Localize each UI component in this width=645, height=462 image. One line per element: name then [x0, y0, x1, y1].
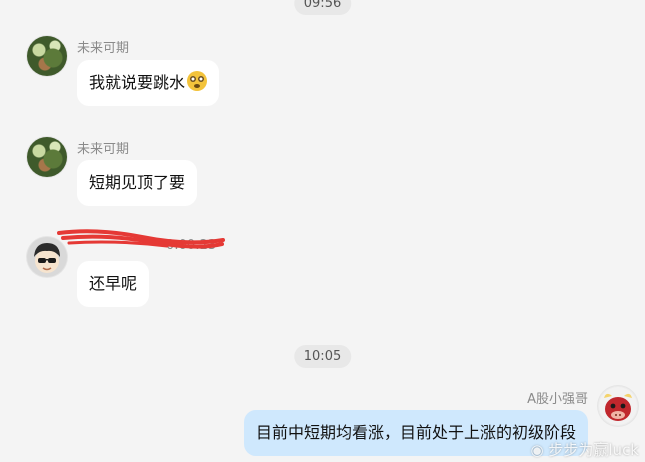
- watermark: ◉ 步步为赢luck: [530, 441, 639, 459]
- sender-name: 未来可期: [77, 142, 130, 157]
- avatar[interactable]: [27, 36, 67, 76]
- message-text: 还早呢: [89, 274, 138, 293]
- message-text: 短期见顶了要: [89, 173, 186, 192]
- message-bubble[interactable]: 还早呢: [77, 261, 150, 307]
- message-bubble[interactable]: 短期见顶了要: [77, 160, 198, 206]
- avatar[interactable]: [27, 137, 67, 177]
- weibo-icon: ◉: [530, 441, 549, 459]
- red-bull-mascot-icon: [599, 387, 637, 425]
- redaction-scribble: [57, 229, 225, 249]
- flushed-face-emoji-icon: [187, 71, 208, 91]
- message-text: 目前中短期均看涨，目前处于上涨的初级阶段: [255, 423, 576, 442]
- sender-name: A股小强哥: [527, 392, 588, 407]
- sender-name: 未来可期: [77, 41, 130, 56]
- timestamp-divider: 10:05: [293, 345, 352, 368]
- avatar[interactable]: [598, 386, 638, 426]
- message-bubble[interactable]: 我就说要跳水: [77, 60, 220, 106]
- message-text: 我就说要跳水: [89, 73, 186, 92]
- timestamp-divider: 09:56: [293, 0, 352, 15]
